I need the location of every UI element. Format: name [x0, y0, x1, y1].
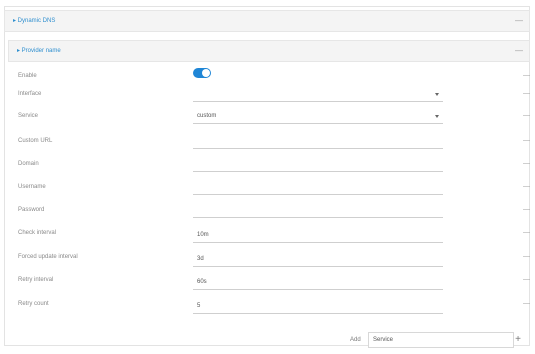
row-service: Service custom — [18, 110, 530, 130]
service-name-input[interactable]: Service [368, 332, 514, 348]
retry-count-field[interactable]: 5 [193, 300, 443, 314]
ellipsis-icon[interactable]: — [523, 274, 530, 286]
field-label: Forced update interval [18, 254, 78, 260]
add-service-bar: Add Service + [350, 332, 526, 348]
field-label: Custom URL [18, 138, 53, 144]
row-password: Password — [18, 204, 530, 224]
field-label: Enable [18, 73, 37, 79]
add-label: Add [350, 337, 361, 343]
interface-select[interactable] [193, 88, 443, 102]
row-retry-interval: Retry interval 60s — [18, 274, 530, 294]
check-interval-field[interactable]: 10m [193, 229, 443, 243]
custom-url-field[interactable] [193, 135, 443, 149]
forced-update-interval-field[interactable]: 3d [193, 253, 443, 267]
add-button[interactable]: + [512, 334, 524, 346]
section-header-provider[interactable]: ▸ Provider name — [8, 40, 530, 62]
ellipsis-icon[interactable]: — [523, 181, 530, 193]
ellipsis-icon[interactable]: — [515, 41, 523, 61]
row-domain: Domain — [18, 158, 530, 178]
section-title[interactable]: ▸ Dynamic DNS [13, 11, 55, 31]
field-label: Username [18, 184, 46, 190]
ellipsis-icon[interactable]: — [523, 251, 530, 263]
field-label: Service [18, 113, 39, 119]
username-field[interactable] [193, 181, 443, 195]
ellipsis-icon[interactable]: — [523, 88, 530, 100]
row-username: Username — [18, 181, 530, 201]
row-interface: Interface — [18, 88, 530, 108]
ellipsis-icon[interactable]: — [523, 158, 530, 170]
ellipsis-icon[interactable]: — [523, 70, 530, 82]
domain-field[interactable] [193, 158, 443, 172]
field-label: Interface [18, 91, 42, 97]
password-field[interactable] [193, 204, 443, 218]
chevron-down-icon [435, 115, 439, 118]
enable-toggle[interactable] [193, 68, 211, 78]
row-check-interval: Check interval 10m — [18, 227, 530, 247]
ellipsis-icon[interactable]: — [523, 135, 530, 147]
ellipsis-icon[interactable]: — [523, 204, 530, 216]
chevron-down-icon [435, 93, 439, 96]
field-label: Check interval [18, 230, 57, 236]
field-label: Retry count [18, 301, 49, 307]
section-title[interactable]: ▸ Provider name [17, 41, 61, 61]
row-enable: Enable — [18, 68, 530, 90]
ellipsis-icon[interactable]: — [523, 227, 530, 239]
toggle-knob [202, 69, 210, 77]
section-header-dynamic-dns[interactable]: ▸ Dynamic DNS — [4, 10, 530, 32]
ellipsis-icon[interactable]: — [523, 110, 530, 122]
select-value: custom [197, 113, 217, 119]
field-label: Domain [18, 161, 39, 167]
ellipsis-icon[interactable]: — [523, 298, 530, 310]
row-retry-count: Retry count 5 — [18, 298, 530, 318]
field-label: Password [18, 207, 45, 213]
retry-interval-field[interactable]: 60s [193, 276, 443, 290]
row-forced-update-interval: Forced update interval 3d — [18, 251, 530, 271]
field-label: Retry interval [18, 277, 54, 283]
service-select[interactable]: custom [193, 110, 443, 124]
ellipsis-icon[interactable]: — [515, 11, 523, 31]
row-custom-url: Custom URL — [18, 135, 530, 155]
